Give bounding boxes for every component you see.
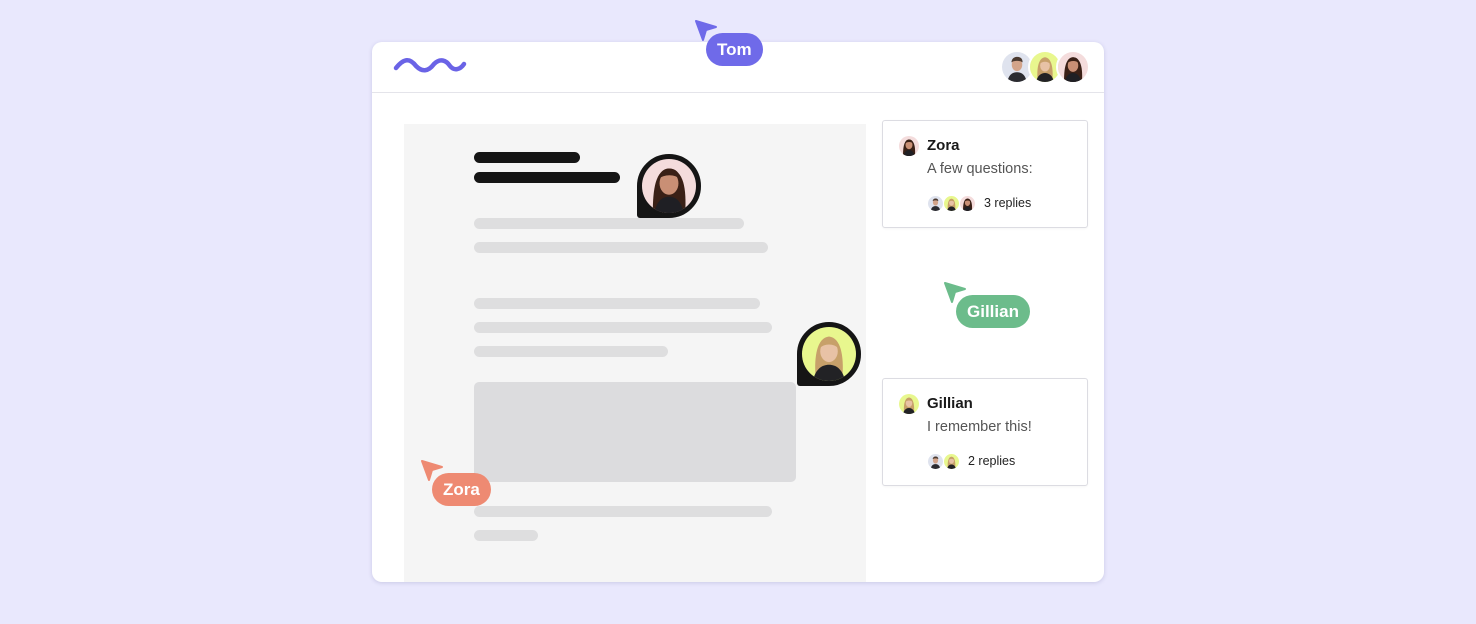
cursor-tom: Tom	[694, 19, 763, 66]
reply-avatar	[943, 452, 960, 470]
cursor-label: Zora	[432, 473, 491, 506]
comment-pin-zora[interactable]	[637, 154, 701, 218]
doc-heading-line	[474, 172, 620, 183]
presence-avatars	[1000, 50, 1090, 84]
comment-card[interactable]: Zora A few questions: 3 replies	[882, 120, 1088, 228]
doc-text-line	[474, 218, 744, 229]
comment-author: Zora	[927, 137, 960, 154]
reply-avatar	[959, 194, 976, 212]
replies-count: 3 replies	[984, 196, 1032, 210]
replies-link[interactable]: 2 replies	[927, 452, 1016, 470]
comment-message: I remember this!	[927, 419, 1032, 435]
doc-text-line	[474, 530, 538, 541]
doc-text-line	[474, 346, 668, 357]
doc-text-line	[474, 298, 760, 309]
doc-image-placeholder	[474, 382, 796, 482]
cursor-zora: Zora	[420, 459, 491, 506]
cursor-label: Gillian	[956, 295, 1030, 328]
reply-avatar	[927, 194, 944, 212]
comment-message: A few questions:	[927, 161, 1033, 177]
replies-count: 2 replies	[968, 454, 1016, 468]
doc-text-line	[474, 242, 768, 253]
cursor-label: Tom	[706, 33, 763, 66]
author-avatar	[899, 394, 919, 414]
reply-avatar	[927, 452, 944, 470]
cursor-gillian: Gillian	[943, 281, 1030, 328]
author-avatar	[899, 136, 919, 156]
doc-heading-line	[474, 152, 580, 163]
doc-text-line	[474, 506, 772, 517]
zora-avatar[interactable]	[1056, 50, 1090, 84]
replies-link[interactable]: 3 replies	[927, 194, 1032, 212]
comment-card[interactable]: Gillian I remember this! 2 replies	[882, 378, 1088, 486]
doc-text-line	[474, 322, 772, 333]
reply-avatar	[943, 194, 960, 212]
wave-logo-icon[interactable]	[392, 56, 468, 74]
comment-author: Gillian	[927, 395, 973, 412]
comment-pin-gillian[interactable]	[797, 322, 861, 386]
